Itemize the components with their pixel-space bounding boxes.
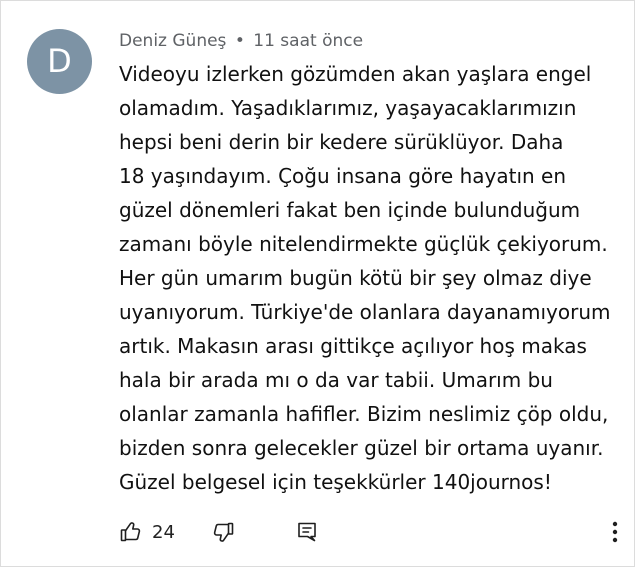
comment-actions: 24 <box>119 515 624 549</box>
dislike-button[interactable] <box>211 515 235 549</box>
comment-header: Deniz Güneş • 11 saat önce <box>119 29 363 53</box>
like-button[interactable]: 24 <box>119 515 175 549</box>
thumbs-down-icon <box>211 520 235 544</box>
avatar[interactable]: D <box>27 29 92 94</box>
more-options-button[interactable] <box>607 515 623 549</box>
reply-comment-icon <box>295 520 319 544</box>
comment-card: D Deniz Güneş • 11 saat önce Videoyu izl… <box>0 0 635 567</box>
reply-button[interactable] <box>295 515 319 549</box>
thumbs-up-icon <box>119 520 143 544</box>
like-count: 24 <box>152 521 175 543</box>
meta-separator: • <box>234 31 245 51</box>
author-name[interactable]: Deniz Güneş <box>119 31 226 51</box>
comment-timestamp[interactable]: 11 saat önce <box>253 31 363 51</box>
more-vertical-icon <box>607 520 623 544</box>
comment-text: Videoyu izlerken gözümden akan yaşlara e… <box>119 62 611 494</box>
